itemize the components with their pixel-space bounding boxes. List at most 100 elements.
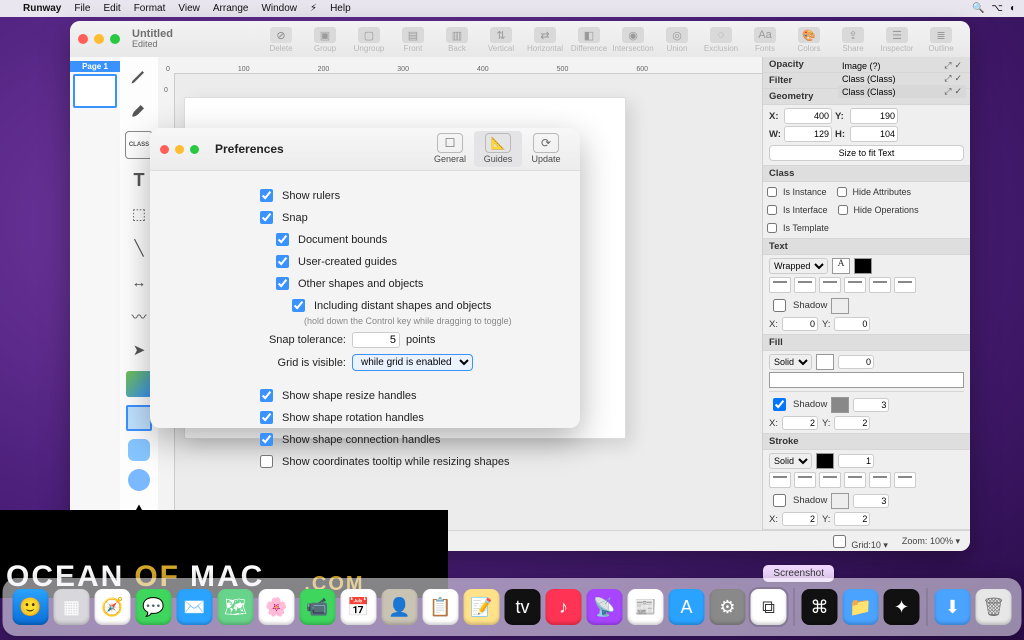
- stroke-width[interactable]: [838, 454, 874, 468]
- align-btn[interactable]: [794, 277, 816, 293]
- fill-opacity[interactable]: [838, 355, 874, 369]
- maps-icon[interactable]: 🗺: [218, 589, 254, 625]
- chk-other-shapes[interactable]: [276, 277, 289, 290]
- stroke-shadow-size[interactable]: [853, 494, 889, 508]
- chk-doc-bounds[interactable]: [276, 233, 289, 246]
- calendar-icon[interactable]: 📅: [341, 589, 377, 625]
- image-tool-icon[interactable]: [126, 371, 152, 397]
- podcasts-icon[interactable]: 📡: [587, 589, 623, 625]
- toolbar-delete[interactable]: ⊘Delete: [260, 25, 302, 53]
- toolbar-horizontal[interactable]: ⇄Horizontal: [524, 25, 566, 53]
- arrow-tool-icon[interactable]: ↔: [126, 269, 152, 295]
- chk-rotation-handles[interactable]: [260, 411, 273, 424]
- trash-icon[interactable]: 🗑: [976, 589, 1012, 625]
- messages-icon[interactable]: 💬: [136, 589, 172, 625]
- appletv-icon[interactable]: tv: [505, 589, 541, 625]
- toolbar-group[interactable]: ▣Group: [304, 25, 346, 53]
- align-btn[interactable]: [894, 277, 916, 293]
- chk-hide-attributes[interactable]: [837, 187, 847, 197]
- menu-arrange[interactable]: Arrange: [213, 3, 249, 14]
- mail-icon[interactable]: ✉️: [177, 589, 213, 625]
- chk-connection-handles[interactable]: [260, 433, 273, 446]
- geom-w-input[interactable]: [784, 126, 832, 142]
- fill-shadow-size[interactable]: [853, 398, 889, 412]
- chk-snap[interactable]: [260, 211, 273, 224]
- fill-mode-select[interactable]: Solid: [769, 354, 812, 370]
- menu-window[interactable]: Window: [261, 3, 297, 14]
- menu-script-icon[interactable]: ⚡︎: [310, 3, 317, 14]
- layer-row[interactable]: Class (Class)⤢✓: [838, 85, 966, 98]
- chk-show-rulers[interactable]: [260, 189, 273, 202]
- chk-text-shadow[interactable]: [773, 299, 786, 312]
- geom-y-input[interactable]: [850, 108, 898, 124]
- reminders-icon[interactable]: 📋: [423, 589, 459, 625]
- news-icon[interactable]: 📰: [628, 589, 664, 625]
- align-btn[interactable]: [869, 277, 891, 293]
- text-shadow-y[interactable]: [834, 317, 870, 331]
- prefs-tab-general[interactable]: ☐General: [426, 131, 474, 167]
- page-thumbnail[interactable]: [73, 74, 117, 108]
- page-label[interactable]: Page 1: [70, 61, 120, 72]
- app-name[interactable]: Runway: [23, 3, 61, 14]
- chk-distant-shapes[interactable]: [292, 299, 305, 312]
- chk-is-instance[interactable]: [767, 187, 777, 197]
- menu-view[interactable]: View: [178, 3, 200, 14]
- align-btn[interactable]: [819, 277, 841, 293]
- appstore-icon[interactable]: A: [669, 589, 705, 625]
- curve-tool-icon[interactable]: 〰: [126, 303, 152, 329]
- menu-file[interactable]: File: [74, 3, 90, 14]
- prefs-close-icon[interactable]: [160, 145, 169, 154]
- safari-icon[interactable]: 🧭: [95, 589, 131, 625]
- launchpad-icon[interactable]: ▦: [54, 589, 90, 625]
- photos-icon[interactable]: 🌸: [259, 589, 295, 625]
- toolbar-front[interactable]: ▤Front: [392, 25, 434, 53]
- select-tool-icon[interactable]: ⬚: [126, 201, 152, 227]
- ellipse-tool-icon[interactable]: [128, 469, 150, 491]
- grid-visible-select[interactable]: while grid is enabled: [352, 354, 473, 371]
- chk-stroke-shadow[interactable]: [773, 494, 786, 507]
- runway-app-icon[interactable]: ✦: [884, 589, 920, 625]
- chk-is-template[interactable]: [767, 223, 777, 233]
- toolbar-difference[interactable]: ◧Difference: [568, 25, 610, 53]
- fill-shadow-y[interactable]: [834, 416, 870, 430]
- menu-edit[interactable]: Edit: [103, 3, 120, 14]
- snap-tolerance-input[interactable]: [352, 332, 400, 348]
- chk-is-interface[interactable]: [767, 205, 777, 215]
- toolbar-intersection[interactable]: ◉Intersection: [612, 25, 654, 53]
- pointer-tool-icon[interactable]: ➤: [126, 337, 152, 363]
- downloads-icon[interactable]: ⬇: [935, 589, 971, 625]
- layer-row[interactable]: Image (?)⤢✓: [838, 59, 966, 72]
- minimize-icon[interactable]: [94, 34, 104, 44]
- toolbar-outline[interactable]: ≣Outline: [920, 25, 962, 53]
- rect-tool-icon[interactable]: [126, 405, 152, 431]
- geom-x-input[interactable]: [784, 108, 832, 124]
- notes-icon[interactable]: 📝: [464, 589, 500, 625]
- toolbar-union[interactable]: ◎Union: [656, 25, 698, 53]
- search-icon[interactable]: 🔍: [972, 3, 984, 14]
- toolbar-back[interactable]: ▥Back: [436, 25, 478, 53]
- prefs-tab-update[interactable]: ⟳Update: [522, 131, 570, 167]
- prefs-zoom-icon[interactable]: [190, 145, 199, 154]
- fill-shadow-x[interactable]: [782, 416, 818, 430]
- toolbar-share[interactable]: ⇪Share: [832, 25, 874, 53]
- align-btn[interactable]: [844, 277, 866, 293]
- chk-hide-operations[interactable]: [838, 205, 848, 215]
- toolbar-exclusion[interactable]: ◌Exclusion: [700, 25, 742, 53]
- contacts-icon[interactable]: 👤: [382, 589, 418, 625]
- chk-fill-shadow[interactable]: [773, 398, 786, 411]
- siri-icon[interactable]: ◐: [1010, 3, 1016, 14]
- facetime-icon[interactable]: 📹: [300, 589, 336, 625]
- stroke-mode-select[interactable]: Solid: [769, 453, 812, 469]
- stroke-shadow-x[interactable]: [782, 512, 818, 526]
- pen-tool-icon[interactable]: [126, 63, 152, 89]
- line-tool-icon[interactable]: ╲: [126, 235, 152, 261]
- toolbar-fonts[interactable]: AaFonts: [744, 25, 786, 53]
- menu-help[interactable]: Help: [330, 3, 351, 14]
- screenshot-app-icon[interactable]: ⧉: [751, 589, 787, 625]
- geom-h-input[interactable]: [850, 126, 898, 142]
- stroke-shadow-y[interactable]: [834, 512, 870, 526]
- menu-format[interactable]: Format: [134, 3, 166, 14]
- chk-resize-handles[interactable]: [260, 389, 273, 402]
- text-wrap-select[interactable]: Wrapped: [769, 258, 828, 274]
- music-icon[interactable]: ♪: [546, 589, 582, 625]
